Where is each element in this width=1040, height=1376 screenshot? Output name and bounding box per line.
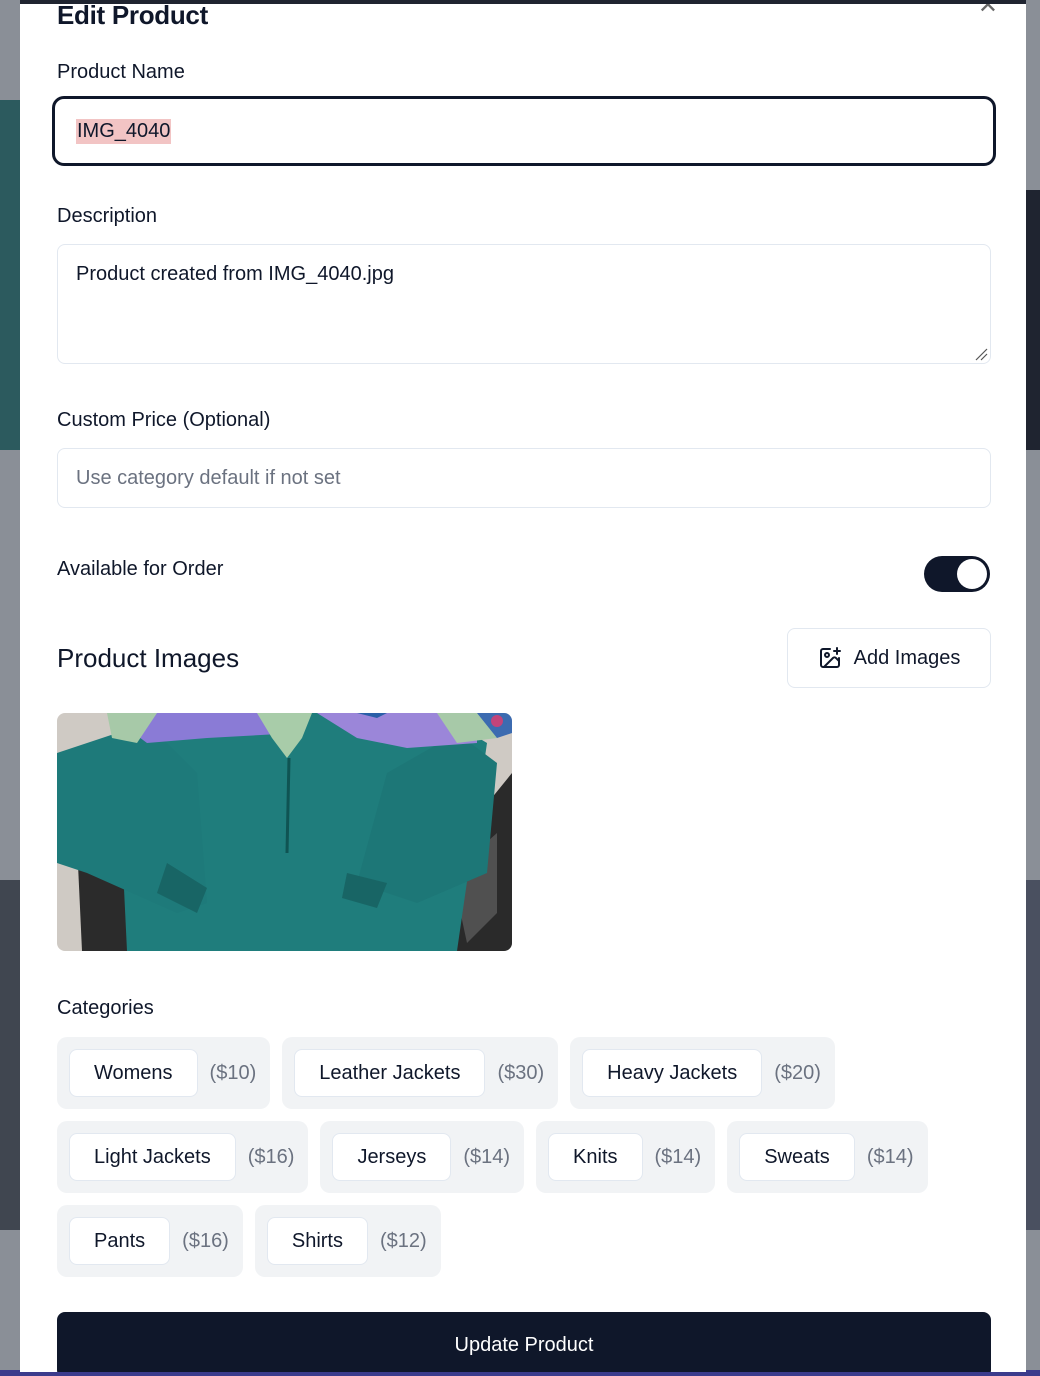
product-name-input[interactable]: IMG_4040 xyxy=(52,96,996,166)
description-label: Description xyxy=(57,205,158,227)
category-name[interactable]: Sweats xyxy=(739,1133,855,1181)
category-name[interactable]: Heavy Jackets xyxy=(582,1049,763,1097)
category-chip-pants[interactable]: Pants ($16) xyxy=(57,1205,243,1277)
category-name[interactable]: Jerseys xyxy=(332,1133,452,1181)
background-page-left xyxy=(0,0,20,1376)
categories-row-1: Womens ($10) Leather Jackets ($30) Heavy… xyxy=(57,1037,835,1109)
description-textarea[interactable]: Product created from IMG_4040.jpg xyxy=(57,244,991,364)
available-label: Available for Order xyxy=(57,558,224,580)
toggle-knob xyxy=(957,559,987,589)
product-images-title: Product Images xyxy=(57,643,240,673)
category-chip-heavy-jackets[interactable]: Heavy Jackets ($20) xyxy=(570,1037,835,1109)
dialog-title: Edit Product xyxy=(57,4,208,30)
category-chip-light-jackets[interactable]: Light Jackets ($16) xyxy=(57,1121,309,1193)
edit-product-dialog: Edit Product ✕ Product Name IMG_4040 Des… xyxy=(20,4,1026,1372)
category-chip-leather-jackets[interactable]: Leather Jackets ($30) xyxy=(282,1037,559,1109)
update-product-button[interactable]: Update Product xyxy=(57,1312,991,1372)
category-price: ($20) xyxy=(774,1061,821,1084)
category-chip-sweats[interactable]: Sweats ($14) xyxy=(727,1121,928,1193)
custom-price-input[interactable]: Use category default if not set xyxy=(57,448,991,508)
category-name[interactable]: Pants xyxy=(69,1217,171,1265)
category-price: ($14) xyxy=(866,1145,914,1168)
add-images-label: Add Images xyxy=(853,646,961,669)
category-name[interactable]: Womens xyxy=(69,1049,198,1097)
background-page-right xyxy=(1026,0,1040,1376)
category-chip-knits[interactable]: Knits ($14) xyxy=(536,1121,716,1193)
custom-price-placeholder: Use category default if not set xyxy=(76,466,341,489)
categories-label: Categories xyxy=(57,997,154,1019)
image-plus-icon xyxy=(819,647,841,668)
category-price: ($16) xyxy=(247,1145,295,1168)
category-price: ($14) xyxy=(654,1145,702,1168)
categories-row-2: Light Jackets ($16) Jerseys ($14) Knits … xyxy=(57,1121,928,1193)
categories-row-3: Pants ($16) Shirts ($12) xyxy=(57,1205,441,1277)
category-name[interactable]: Shirts xyxy=(266,1217,368,1265)
category-chip-womens[interactable]: Womens ($10) xyxy=(57,1037,271,1109)
category-price: ($30) xyxy=(497,1061,545,1084)
product-name-label: Product Name xyxy=(57,61,185,83)
available-toggle[interactable] xyxy=(924,556,990,592)
category-chip-shirts[interactable]: Shirts ($12) xyxy=(254,1205,441,1277)
product-image-thumbnail[interactable] xyxy=(57,713,512,951)
close-icon[interactable]: ✕ xyxy=(978,4,998,18)
resize-grip-icon[interactable] xyxy=(974,347,988,361)
custom-price-label: Custom Price (Optional) xyxy=(57,409,271,431)
category-name[interactable]: Leather Jackets xyxy=(294,1049,486,1097)
category-price: ($10) xyxy=(209,1061,257,1084)
product-name-value: IMG_4040 xyxy=(76,118,172,144)
category-name[interactable]: Knits xyxy=(548,1133,643,1181)
category-price: ($14) xyxy=(463,1145,511,1168)
category-price: ($12) xyxy=(379,1229,427,1252)
category-name[interactable]: Light Jackets xyxy=(69,1133,236,1181)
description-value: Product created from IMG_4040.jpg xyxy=(76,263,394,285)
add-images-button[interactable]: Add Images xyxy=(787,628,991,688)
category-chip-jerseys[interactable]: Jerseys ($14) xyxy=(320,1121,525,1193)
category-price: ($16) xyxy=(182,1229,229,1252)
